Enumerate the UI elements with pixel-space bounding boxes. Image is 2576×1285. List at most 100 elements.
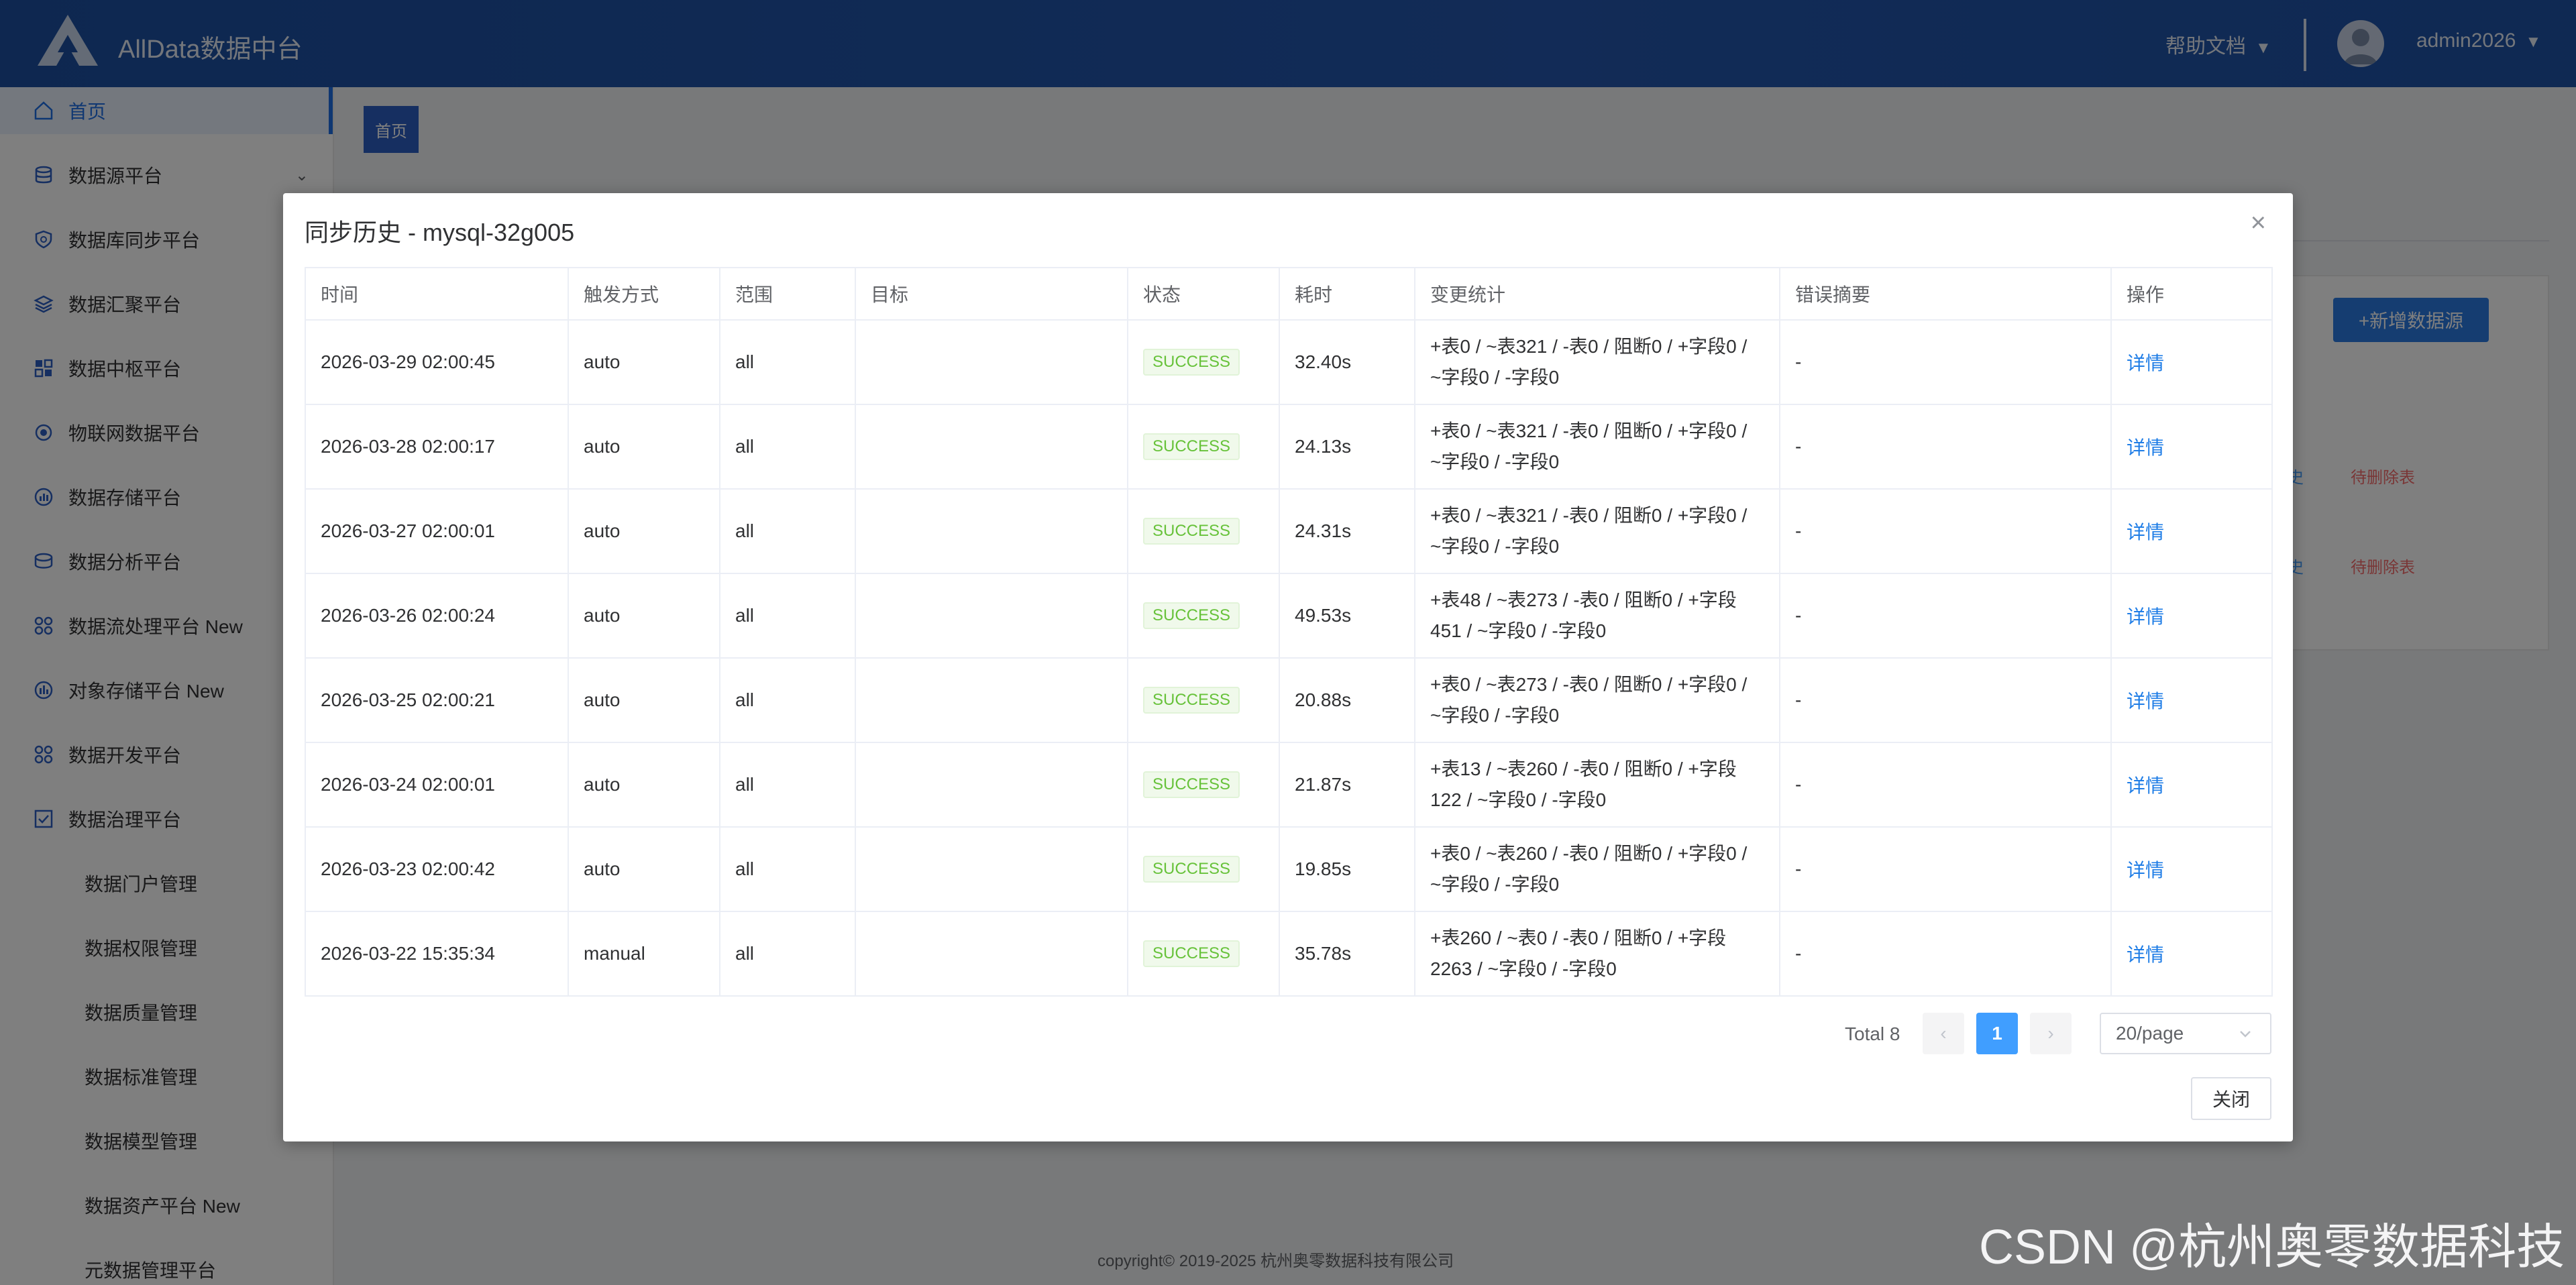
- cell-duration: 24.31s: [1279, 488, 1415, 574]
- cell-error: -: [1779, 404, 2112, 490]
- cell-target: [855, 404, 1128, 490]
- cell-error: -: [1779, 826, 2112, 912]
- pagination-total: Total 8: [1845, 1023, 1900, 1044]
- dialog-title: 同步历史 - mysql-32g005: [305, 219, 575, 246]
- cell-time: 2026-03-28 02:00:17: [305, 404, 569, 490]
- detail-link[interactable]: 详情: [2127, 691, 2164, 712]
- cell-stats: +表0 / ~表321 / -表0 / 阻断0 / +字段0 / ~字段0 / -…: [1414, 488, 1780, 574]
- status-badge: SUCCESS: [1143, 771, 1240, 798]
- stats-line: +表0 / ~表321 / -表0 / 阻断0 / +字段0 /: [1430, 336, 1748, 357]
- cell-time: 2026-03-26 02:00:24: [305, 573, 569, 659]
- detail-link[interactable]: 详情: [2127, 353, 2164, 374]
- cell-status: SUCCESS: [1127, 573, 1280, 659]
- cell-target: [855, 657, 1128, 743]
- status-badge: SUCCESS: [1143, 856, 1240, 883]
- sync-history-dialog: 同步历史 - mysql-32g005 × 时间 触发方式 范围 目标 状态 耗…: [283, 193, 2293, 1141]
- status-badge: SUCCESS: [1143, 687, 1240, 714]
- cell-status: SUCCESS: [1127, 488, 1280, 574]
- cell-scope: all: [719, 657, 856, 743]
- sync-history-table: 时间 触发方式 范围 目标 状态 耗时 变更统计 错误摘要 操作 2026-03…: [305, 267, 2273, 997]
- table-row: 2026-03-24 02:00:01 auto all SUCCESS 21.…: [305, 742, 2273, 828]
- detail-link[interactable]: 详情: [2127, 437, 2164, 458]
- cell-target: [855, 911, 1128, 997]
- table-row: 2026-03-27 02:00:01 auto all SUCCESS 24.…: [305, 488, 2273, 574]
- close-dialog-button[interactable]: 关闭: [2191, 1077, 2271, 1120]
- cell-action: 详情: [2110, 488, 2273, 574]
- cell-error: -: [1779, 488, 2112, 574]
- cell-action: 详情: [2110, 657, 2273, 743]
- cell-status: SUCCESS: [1127, 319, 1280, 405]
- cell-stats: +表0 / ~表260 / -表0 / 阻断0 / +字段0 / ~字段0 / -…: [1414, 826, 1780, 912]
- stats-line: +表0 / ~表260 / -表0 / 阻断0 / +字段0 /: [1430, 843, 1748, 864]
- cell-status: SUCCESS: [1127, 742, 1280, 828]
- cell-time: 2026-03-27 02:00:01: [305, 488, 569, 574]
- watermark-text: CSDN @杭州奥零数据科技: [1979, 1221, 2565, 1274]
- cell-duration: 49.53s: [1279, 573, 1415, 659]
- cell-trigger: auto: [568, 573, 720, 659]
- cell-scope: all: [719, 488, 856, 574]
- stats-line: 2263 / ~字段0 / -字段0: [1430, 958, 1617, 979]
- cell-error: -: [1779, 911, 2112, 997]
- column-header: 变更统计: [1414, 267, 1780, 321]
- column-header: 目标: [855, 267, 1128, 321]
- cell-stats: +表260 / ~表0 / -表0 / 阻断0 / +字段 2263 / ~字段0…: [1414, 911, 1780, 997]
- status-badge: SUCCESS: [1143, 518, 1240, 545]
- cell-stats: +表0 / ~表321 / -表0 / 阻断0 / +字段0 / ~字段0 / -…: [1414, 319, 1780, 405]
- cell-trigger: auto: [568, 488, 720, 574]
- close-icon[interactable]: ×: [2251, 209, 2266, 236]
- table-row: 2026-03-29 02:00:45 auto all SUCCESS 32.…: [305, 319, 2273, 405]
- stats-line: +表13 / ~表260 / -表0 / 阻断0 / +字段: [1430, 759, 1737, 779]
- cell-action: 详情: [2110, 319, 2273, 405]
- cell-target: [855, 319, 1128, 405]
- cell-target: [855, 573, 1128, 659]
- next-page-button[interactable]: ›: [2030, 1013, 2072, 1054]
- cell-target: [855, 742, 1128, 828]
- table-header-row: 时间 触发方式 范围 目标 状态 耗时 变更统计 错误摘要 操作: [305, 267, 2273, 321]
- cell-scope: all: [719, 573, 856, 659]
- cell-trigger: manual: [568, 911, 720, 997]
- cell-target: [855, 826, 1128, 912]
- detail-link[interactable]: 详情: [2127, 522, 2164, 543]
- column-header: 触发方式: [568, 267, 720, 321]
- cell-duration: 32.40s: [1279, 319, 1415, 405]
- cell-action: 详情: [2110, 742, 2273, 828]
- column-header: 状态: [1127, 267, 1280, 321]
- stats-line: ~字段0 / -字段0: [1430, 367, 1560, 388]
- page-size-select[interactable]: 20/page: [2100, 1013, 2271, 1054]
- table-row: 2026-03-26 02:00:24 auto all SUCCESS 49.…: [305, 573, 2273, 659]
- detail-link[interactable]: 详情: [2127, 944, 2164, 965]
- cell-stats: +表48 / ~表273 / -表0 / 阻断0 / +字段 451 / ~字段0…: [1414, 573, 1780, 659]
- cell-status: SUCCESS: [1127, 657, 1280, 743]
- page-size-value: 20/page: [2116, 1023, 2184, 1044]
- cell-time: 2026-03-24 02:00:01: [305, 742, 569, 828]
- column-header: 耗时: [1279, 267, 1415, 321]
- cell-scope: all: [719, 319, 856, 405]
- prev-page-button[interactable]: ‹: [1923, 1013, 1964, 1054]
- cell-scope: all: [719, 826, 856, 912]
- cell-scope: all: [719, 742, 856, 828]
- stats-line: +表0 / ~表321 / -表0 / 阻断0 / +字段0 /: [1430, 505, 1748, 526]
- cell-error: -: [1779, 742, 2112, 828]
- stats-line: 122 / ~字段0 / -字段0: [1430, 789, 1607, 810]
- status-badge: SUCCESS: [1143, 940, 1240, 967]
- cell-error: -: [1779, 573, 2112, 659]
- detail-link[interactable]: 详情: [2127, 860, 2164, 881]
- stats-line: +表0 / ~表273 / -表0 / 阻断0 / +字段0 /: [1430, 674, 1748, 695]
- page-number-button[interactable]: 1: [1976, 1013, 2018, 1054]
- cell-stats: +表13 / ~表260 / -表0 / 阻断0 / +字段 122 / ~字段0…: [1414, 742, 1780, 828]
- chevron-down-icon: [2240, 1031, 2251, 1038]
- detail-link[interactable]: 详情: [2127, 606, 2164, 627]
- cell-action: 详情: [2110, 826, 2273, 912]
- chevron-right-icon: ›: [2047, 1023, 2054, 1044]
- cell-action: 详情: [2110, 573, 2273, 659]
- status-badge: SUCCESS: [1143, 602, 1240, 629]
- cell-error: -: [1779, 657, 2112, 743]
- cell-target: [855, 488, 1128, 574]
- stats-line: ~字段0 / -字段0: [1430, 705, 1560, 726]
- detail-link[interactable]: 详情: [2127, 775, 2164, 796]
- column-header: 错误摘要: [1779, 267, 2112, 321]
- cell-duration: 21.87s: [1279, 742, 1415, 828]
- column-header: 操作: [2110, 267, 2273, 321]
- stats-line: ~字段0 / -字段0: [1430, 536, 1560, 557]
- cell-trigger: auto: [568, 319, 720, 405]
